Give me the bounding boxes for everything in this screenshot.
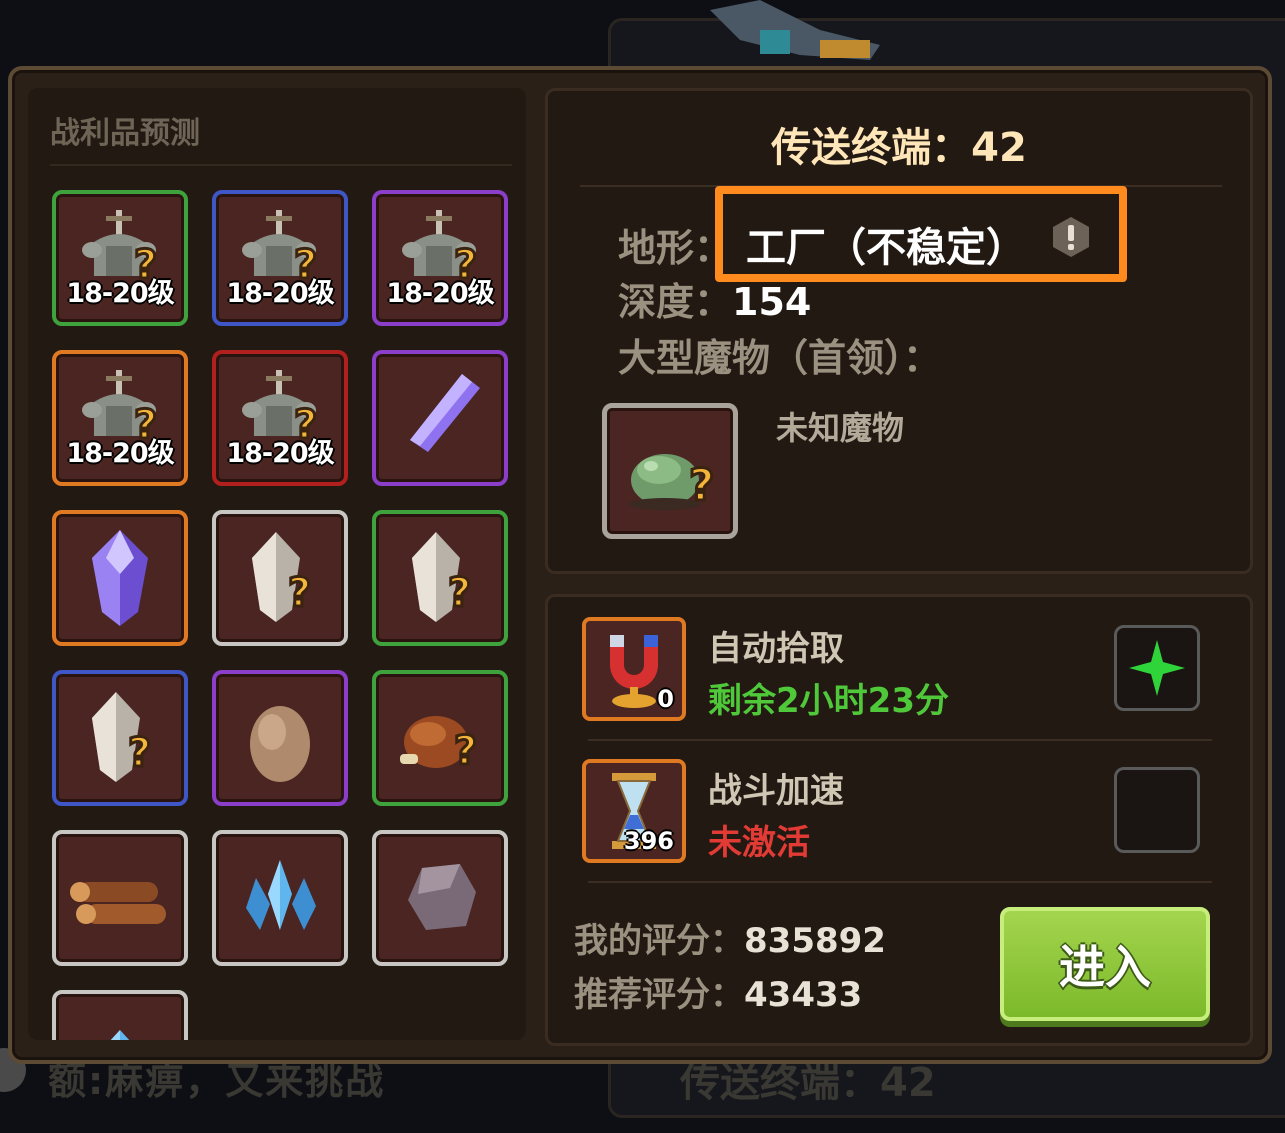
purple-crystal-icon [92, 530, 148, 626]
blue-crystal-cluster-icon [246, 860, 316, 930]
wood-logs-icon [70, 882, 166, 924]
depth-value: 154 [732, 280, 812, 324]
loot-title: 战利品预测 [50, 116, 200, 151]
mystery-crystal-icon: ? [252, 532, 313, 622]
mystery-crystal-icon: ? [92, 692, 153, 782]
terrain-highlight-box [715, 186, 1127, 282]
loot-item-level: 18-20级 [66, 438, 174, 469]
recommended-score-row: 推荐评分：43433 [574, 967, 862, 1016]
stone-ore-icon [408, 864, 476, 930]
loot-item[interactable]: ? [212, 510, 348, 646]
battle-speed-count: 396 [623, 827, 674, 855]
loot-item[interactable]: ? 18-20级 [52, 190, 188, 326]
svg-text:?: ? [448, 570, 471, 616]
background-weapon-icon [710, 0, 880, 60]
my-score-label: 我的评分： [574, 921, 744, 961]
boss-label: 大型魔物（首领）： [618, 336, 942, 380]
loot-item-level: 18-20级 [386, 278, 494, 309]
loot-item-level: 18-20级 [66, 278, 174, 309]
loot-item[interactable]: ? [372, 510, 508, 646]
divider [588, 739, 1212, 741]
my-score-row: 我的评分：835892 [574, 913, 886, 962]
plus-icon [1129, 640, 1185, 696]
recommended-score-label: 推荐评分： [574, 975, 744, 1015]
boss-name: 未知魔物 [776, 409, 905, 447]
battle-speed-name: 战斗加速 [708, 771, 844, 811]
loot-item[interactable] [212, 830, 348, 966]
portal-title: 传送终端：42 [771, 125, 1027, 171]
boss-portrait[interactable]: ? [602, 403, 738, 539]
recommended-score-value: 43433 [744, 975, 863, 1015]
svg-text:?: ? [128, 730, 151, 776]
loot-item[interactable] [52, 830, 188, 966]
battle-speed-buff[interactable]: 396 [582, 759, 686, 863]
loot-item[interactable] [372, 350, 508, 486]
loot-item[interactable] [52, 510, 188, 646]
svg-text:?: ? [288, 570, 311, 616]
loot-item[interactable]: ? [372, 670, 508, 806]
roast-chicken-mystery-icon: ? [400, 716, 479, 776]
auto-pickup-status: 剩余2小时23分 [708, 681, 949, 721]
svg-text:?: ? [689, 460, 715, 511]
loot-item[interactable] [52, 990, 188, 1040]
buff-panel: 0 自动拾取 剩余2小时23分 396 战斗加速 未激活 我的评分：835892… [545, 594, 1253, 1046]
mystery-monster-icon: ? [629, 454, 716, 513]
loot-item[interactable]: ? 18-20级 [52, 350, 188, 486]
loot-preview-panel[interactable]: 战利品预测 ? 18-20级? 18-20级? 18-20级? 18-20级? 18-20… [28, 88, 526, 1040]
loot-item[interactable]: ? [52, 670, 188, 806]
auto-pickup-count: 0 [657, 685, 674, 713]
divider [50, 164, 512, 166]
auto-pickup-buff[interactable]: 0 [582, 617, 686, 721]
portal-info-panel: 传送终端：42 地形： 工厂（不稳定） 深度：154 大型魔物（首领）： ? 未… [545, 88, 1253, 574]
purple-shard-icon [410, 374, 480, 452]
auto-pickup-add-button[interactable] [1114, 625, 1200, 711]
svg-text:?: ? [454, 728, 477, 774]
loot-item[interactable]: ? 18-20级 [212, 190, 348, 326]
mystery-crystal-icon: ? [412, 532, 473, 622]
loot-item[interactable] [212, 670, 348, 806]
auto-pickup-name: 自动拾取 [708, 629, 844, 669]
depth-label: 深度： [618, 280, 733, 324]
battle-speed-status: 未激活 [708, 823, 810, 863]
loot-item[interactable]: ? 18-20级 [372, 190, 508, 326]
my-score-value: 835892 [744, 921, 886, 961]
loot-item-level: 18-20级 [226, 278, 334, 309]
enter-button[interactable]: 进入 [1000, 907, 1210, 1021]
loot-item[interactable]: ? 18-20级 [212, 350, 348, 486]
blue-gem-icon [110, 1030, 130, 1040]
battle-speed-checkbox[interactable] [1114, 767, 1200, 853]
egg-icon [250, 706, 310, 782]
loot-item[interactable] [372, 830, 508, 966]
divider [588, 881, 1212, 883]
loot-item-level: 18-20级 [226, 438, 334, 469]
